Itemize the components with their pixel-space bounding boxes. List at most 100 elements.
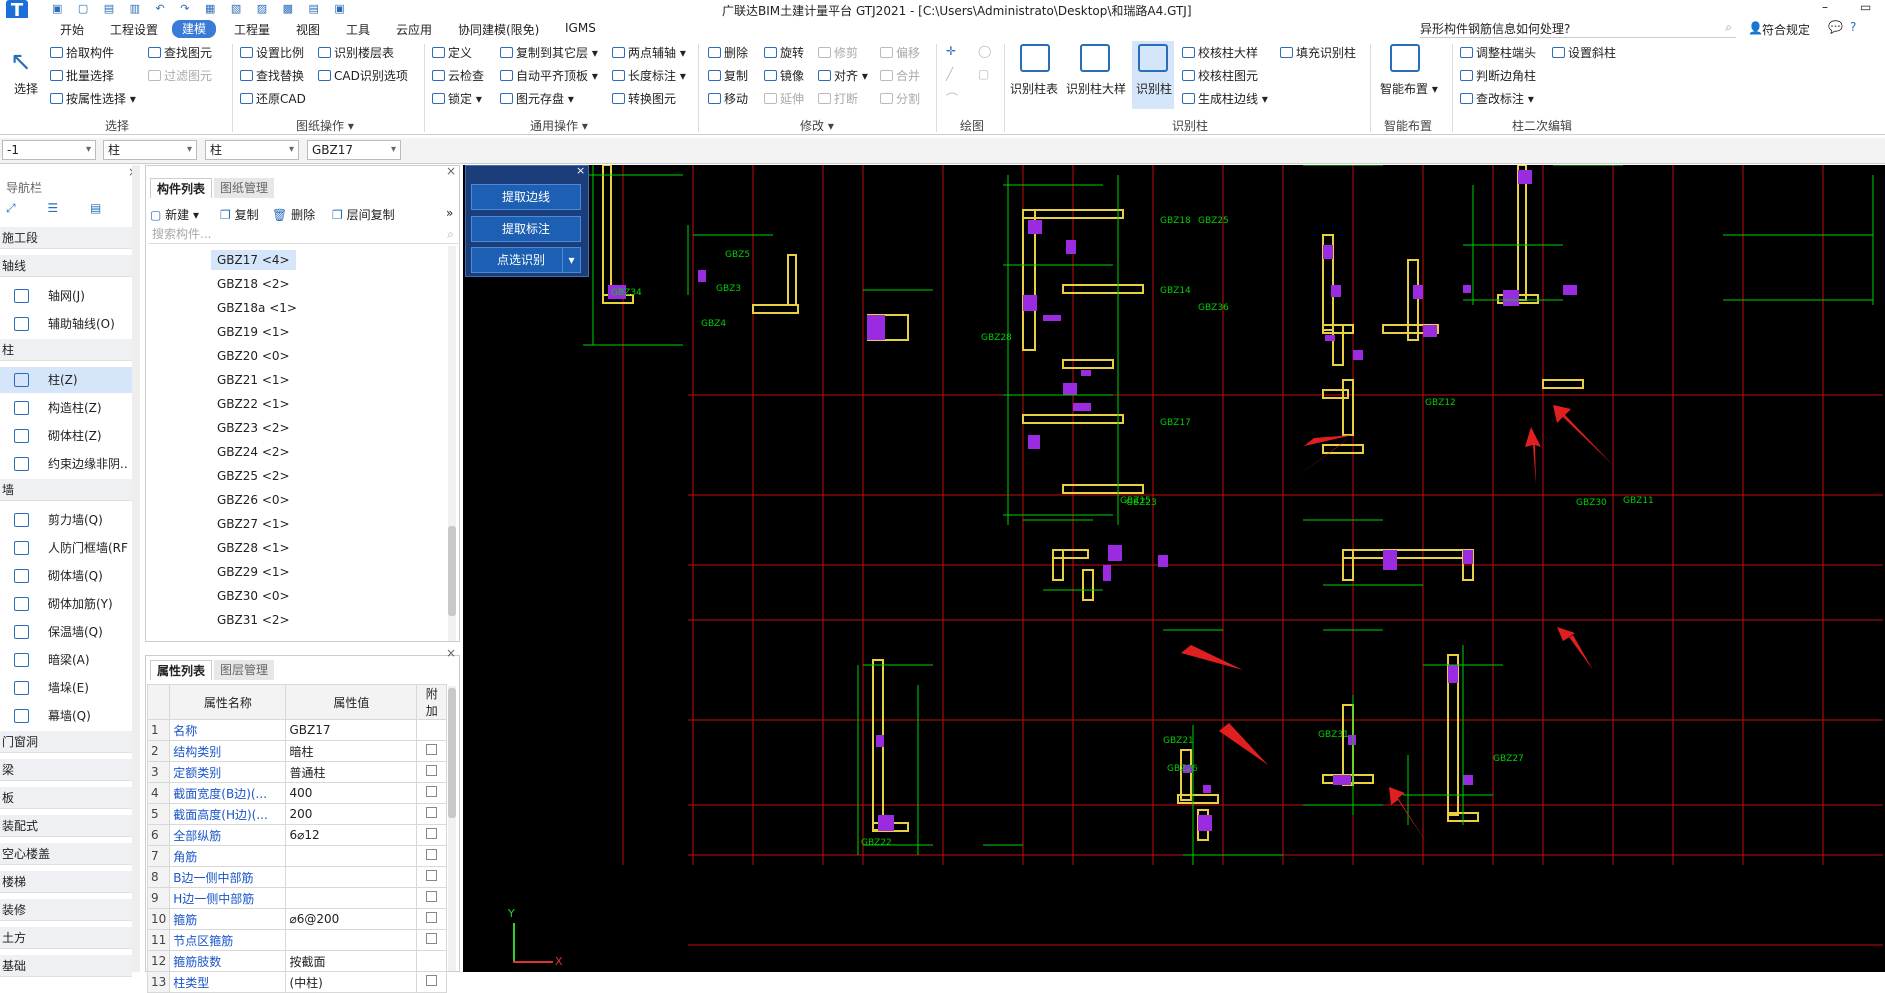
delete-button[interactable]: 删除 (708, 44, 748, 61)
nav-section-9[interactable]: 楼梯 (0, 871, 132, 893)
subtype-select[interactable]: 柱 (205, 140, 299, 160)
user-label[interactable]: 符合规定 (1762, 21, 1810, 38)
column-outline[interactable] (1052, 549, 1089, 559)
find-replace-button[interactable]: 查找替换 (240, 67, 304, 84)
menu-igms[interactable]: IGMS (565, 21, 596, 35)
two-point-axis-button[interactable]: 两点辅轴 ▾ (612, 44, 686, 61)
component-item[interactable]: GBZ26 <0> (211, 490, 296, 510)
nav-scrollbar[interactable] (132, 165, 140, 972)
extra-checkbox[interactable] (426, 786, 438, 797)
extract-edge-button[interactable]: 提取边线 (471, 184, 581, 210)
nav-section-4[interactable]: 门窗洞 (0, 731, 132, 753)
nav-item-3-7[interactable]: 幕墙(Q) (0, 703, 132, 729)
property-row[interactable]: 9 H边一侧中部筋 (146, 887, 447, 909)
column-outline[interactable] (752, 304, 799, 314)
help-icon[interactable]: ? (1850, 20, 1856, 34)
property-row[interactable]: 10 箍筋 ⌀6@200 (146, 908, 447, 930)
nav-section-7[interactable]: 装配式 (0, 815, 132, 837)
nav-item-3-3[interactable]: 砌体加筋(Y) (0, 591, 132, 617)
column-outline[interactable] (787, 254, 797, 306)
column-outline[interactable] (1342, 549, 1474, 559)
tab-drawing-management[interactable]: 图纸管理 (214, 178, 275, 198)
nav-item-3-5[interactable]: 暗梁(A) (0, 647, 132, 673)
extra-checkbox[interactable] (426, 849, 438, 860)
float-panel-close-icon[interactable]: × (576, 164, 585, 177)
nav-section-10[interactable]: 装修 (0, 899, 132, 921)
filter-element-button[interactable]: 过滤图元 (148, 67, 212, 84)
property-value[interactable]: GBZ17 (285, 719, 418, 741)
column-outline[interactable] (602, 165, 612, 296)
menu-view[interactable]: 视图 (296, 21, 320, 38)
pick-component-button[interactable]: 拾取构件 (50, 44, 114, 61)
property-row[interactable]: 12 箍筋肢数 按截面 (146, 950, 447, 972)
property-row[interactable]: 11 节点区箍筋 (146, 929, 447, 951)
align-button[interactable]: 对齐 ▾ (818, 67, 868, 84)
trim-button[interactable]: 修剪 (818, 44, 858, 61)
set-inclined-column-button[interactable]: 设置斜柱 (1552, 44, 1616, 61)
check-dimension-button[interactable]: 查改标注 ▾ (1460, 90, 1534, 107)
nav-item-2-2[interactable]: 砌体柱(Z) (0, 423, 132, 449)
select-by-property-button[interactable]: 按属性选择 ▾ (50, 90, 136, 107)
adjust-column-end-button[interactable]: 调整柱端头 (1460, 44, 1536, 61)
cad-canvas[interactable]: GBZ34 GBZ3 GBZ5 GBZ4 GBZ28 GBZ18 GBZ25 GBZ14 GBZ… (463, 165, 1885, 972)
restore-cad-button[interactable]: 还原CAD (240, 90, 306, 107)
element-save-button[interactable]: 图元存盘 ▾ (500, 90, 574, 107)
props-scrollbar[interactable] (448, 686, 456, 971)
cad-drawing[interactable]: GBZ34 GBZ3 GBZ5 GBZ4 GBZ28 GBZ18 GBZ25 GBZ14 GBZ… (463, 165, 1885, 972)
props-close-icon[interactable]: × (446, 646, 456, 660)
floor-select[interactable]: -1 (2, 140, 96, 160)
help-search[interactable]: 异形构件钢筋信息如何处理? ⌕ (1420, 20, 1736, 38)
component-item[interactable]: GBZ18 <2> (211, 274, 296, 294)
property-value[interactable]: 普通柱 (285, 761, 418, 783)
delete-component-button[interactable]: 🗑 删除 (272, 206, 315, 223)
fill-recog-column-button[interactable]: 填充识别柱 (1280, 44, 1356, 61)
property-row[interactable]: 8 B边一侧中部筋 (146, 866, 447, 888)
column-outline[interactable] (1322, 444, 1364, 454)
property-value[interactable]: 暗柱 (285, 740, 418, 762)
property-value[interactable] (285, 866, 418, 888)
column-outline[interactable] (1062, 359, 1114, 369)
component-item[interactable]: GBZ21 <1> (211, 370, 296, 390)
property-value[interactable]: 200 (285, 803, 418, 825)
column-outline[interactable] (1322, 389, 1349, 399)
component-item[interactable]: GBZ23 <2> (211, 418, 296, 438)
column-outline[interactable] (1082, 569, 1094, 601)
nav-item-3-0[interactable]: 剪力墙(Q) (0, 507, 132, 533)
nav-item-2-0[interactable]: 柱(Z) (0, 367, 132, 393)
recog-column-table-button[interactable]: 识别柱表 (1010, 80, 1058, 97)
component-select[interactable]: GBZ17 (307, 140, 401, 160)
nav-section-6[interactable]: 板 (0, 787, 132, 809)
property-row[interactable]: 13 柱类型 (中柱) (146, 971, 447, 993)
component-item[interactable]: GBZ22 <1> (211, 394, 296, 414)
nav-item-3-6[interactable]: 墙垛(E) (0, 675, 132, 701)
auto-align-slab-button[interactable]: 自动平齐顶板 ▾ (500, 67, 598, 84)
cad-options-button[interactable]: CAD识别选项 (318, 67, 408, 84)
smart-layout-button[interactable]: 智能布置 ▾ (1380, 80, 1438, 97)
component-item[interactable]: GBZ24 <2> (211, 442, 296, 462)
extra-checkbox[interactable] (426, 870, 438, 881)
line-draw-icon[interactable]: ╱ (946, 67, 953, 81)
nav-section-2[interactable]: 柱 (0, 339, 132, 361)
nav-section-12[interactable]: 基础 (0, 955, 132, 977)
property-value[interactable] (285, 845, 418, 867)
split-button[interactable]: 分割 (880, 90, 920, 107)
property-value[interactable]: 400 (285, 782, 418, 804)
menu-start[interactable]: 开始 (60, 21, 84, 38)
extend-button[interactable]: 延伸 (764, 90, 804, 107)
move-button[interactable]: 移动 (708, 90, 748, 107)
property-row[interactable]: 3 定额类别 普通柱 (146, 761, 447, 783)
select-button[interactable]: 选择 (14, 80, 38, 97)
extra-checkbox[interactable] (426, 807, 438, 818)
nav-item-2-3[interactable]: 约束边缘非阴.. (0, 451, 132, 477)
column-outline[interactable] (1517, 165, 1527, 301)
extract-annotation-button[interactable]: 提取标注 (471, 216, 581, 242)
nav-item-3-2[interactable]: 砌体墙(Q) (0, 563, 132, 589)
extra-checkbox[interactable] (426, 744, 438, 755)
nav-item-3-1[interactable]: 人防门框墙(RF (0, 535, 132, 561)
floor-copy-button[interactable]: ❐ 层间复制 (332, 206, 395, 223)
define-button[interactable]: 定义 (432, 44, 472, 61)
property-value[interactable] (285, 929, 418, 951)
nav-section-5[interactable]: 梁 (0, 759, 132, 781)
column-outline[interactable] (1180, 749, 1192, 801)
component-item[interactable]: GBZ27 <1> (211, 514, 296, 534)
